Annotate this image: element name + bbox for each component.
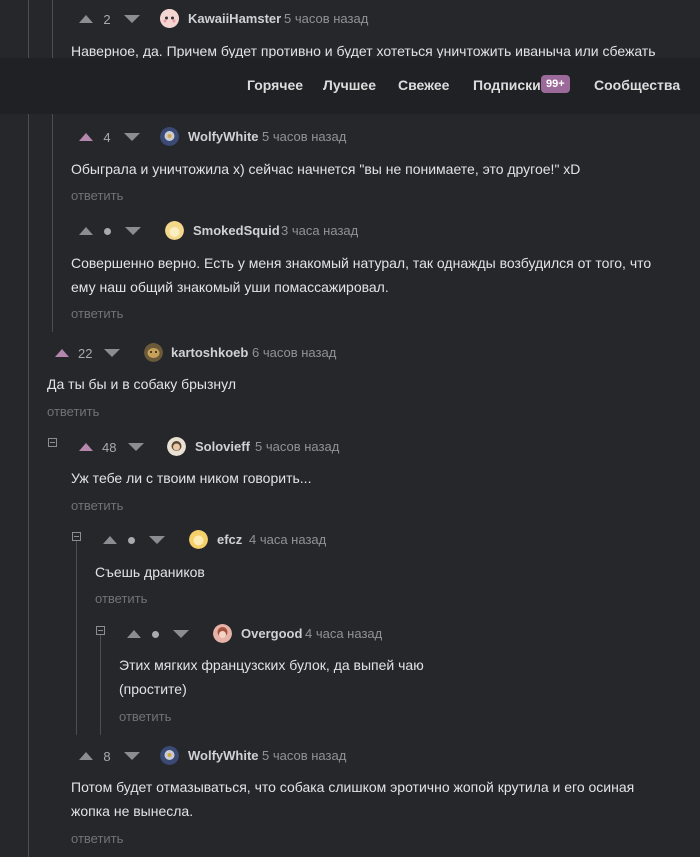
- comment-score: 8: [103, 748, 111, 764]
- nav-communities[interactable]: Сообщества: [594, 77, 680, 93]
- comment-text: Этих мягких французских булок, да выпей …: [119, 653, 424, 701]
- rating-controls: [79, 220, 141, 242]
- downvote-button[interactable]: [173, 630, 189, 638]
- comment-text-line: Обыграла и уничтожила x) сейчас начнется…: [71, 161, 581, 177]
- upvote-button[interactable]: [79, 227, 93, 235]
- reply-link[interactable]: ответить: [71, 831, 123, 846]
- downvote-button[interactable]: [124, 133, 140, 141]
- nav-fresh[interactable]: Свежее: [398, 77, 449, 93]
- reply-link[interactable]: ответить: [47, 404, 99, 419]
- reply-link[interactable]: ответить: [119, 709, 171, 724]
- score-dot: [128, 536, 135, 544]
- avatar[interactable]: [160, 746, 179, 765]
- collapse-thread-button[interactable]: [96, 626, 105, 635]
- comment-text-line: Потом будет отмазываться, что собака сли…: [71, 779, 635, 795]
- downvote-button[interactable]: [124, 15, 140, 23]
- thread-line: [76, 540, 77, 735]
- comment-time[interactable]: 4 часа назад: [305, 626, 382, 641]
- comment-time[interactable]: 3 часа назад: [281, 223, 358, 238]
- score-dot: [104, 227, 111, 235]
- comment-text: Потом будет отмазываться, что собака сли…: [71, 775, 634, 823]
- comment-author[interactable]: SmokedSquid: [193, 223, 280, 238]
- downvote-button[interactable]: [128, 443, 145, 451]
- thread-line: [52, 0, 53, 58]
- top-navigation: Горячее Лучшее Свежее Подписки 99+ Сообщ…: [0, 58, 700, 114]
- comment-text-line: Съешь драников: [95, 564, 205, 580]
- collapse-thread-button[interactable]: [48, 438, 57, 447]
- comment-time[interactable]: 5 часов назад: [262, 129, 346, 144]
- comment-time[interactable]: 6 часов назад: [252, 345, 336, 360]
- comment-score: 48: [102, 439, 117, 455]
- rating-controls: [103, 529, 165, 551]
- comment-text-line: Совершенно верно. Есть у меня знакомый н…: [71, 255, 652, 271]
- subscriptions-badge: 99+: [541, 75, 570, 93]
- comment-time[interactable]: 5 часов назад: [262, 748, 346, 763]
- comment-text-line: жопка не вынесла.: [71, 803, 194, 819]
- comment-author[interactable]: efcz: [217, 532, 242, 547]
- reply-link[interactable]: ответить: [95, 591, 147, 606]
- avatar[interactable]: [165, 221, 184, 240]
- rating-controls: 8: [79, 745, 140, 767]
- downvote-button[interactable]: [104, 349, 121, 357]
- rating-controls: 4: [79, 126, 140, 148]
- nav-best[interactable]: Лучшее: [323, 77, 376, 93]
- upvote-button[interactable]: [127, 630, 141, 638]
- comment-author[interactable]: Overgood: [241, 626, 302, 641]
- comment-author[interactable]: WolfyWhite: [188, 129, 259, 144]
- rating-controls: 22: [55, 342, 121, 364]
- comment-text: Обыграла и уничтожила x) сейчас начнется…: [71, 157, 580, 181]
- comment-author[interactable]: KawaiiHamster: [188, 11, 281, 26]
- thread-line: [100, 634, 101, 735]
- comment-score: 2: [103, 11, 111, 27]
- nav-hot[interactable]: Горячее: [247, 77, 303, 93]
- upvote-button[interactable]: [79, 752, 93, 760]
- nav-subscriptions[interactable]: Подписки: [473, 77, 541, 93]
- comment-time[interactable]: 5 часов назад: [284, 11, 368, 26]
- reply-link[interactable]: ответить: [71, 306, 123, 321]
- rating-controls: 48: [79, 436, 145, 458]
- upvote-button[interactable]: [79, 15, 93, 23]
- comment-score: 4: [103, 129, 111, 145]
- comment-text-line: (простите): [119, 681, 187, 697]
- comment-text-line: Да ты бы и в собаку брызнул: [47, 376, 237, 392]
- rating-controls: [127, 623, 189, 645]
- comment-text-line: Уж тебе ли с твоим ником говорить...: [71, 470, 312, 486]
- thread-line: [52, 114, 53, 332]
- comment-text-line: ему наш общий знакомый уши помассажирова…: [71, 279, 389, 295]
- comment-text: Съешь драников: [95, 560, 205, 584]
- downvote-button[interactable]: [149, 536, 165, 544]
- avatar[interactable]: [167, 437, 186, 456]
- avatar[interactable]: [160, 127, 179, 146]
- avatar[interactable]: [213, 624, 232, 643]
- upvote-button[interactable]: [103, 536, 117, 544]
- comment-text: Совершенно верно. Есть у меня знакомый н…: [71, 251, 651, 299]
- comment-time[interactable]: 5 часов назад: [255, 439, 339, 454]
- comment-text-line: Этих мягких французских булок, да выпей …: [119, 657, 424, 673]
- upvote-button[interactable]: [79, 133, 93, 141]
- comment-text: Да ты бы и в собаку брызнул: [47, 372, 236, 396]
- thread-line: [28, 0, 29, 857]
- rating-controls: 2: [79, 8, 140, 30]
- comment-score: 22: [78, 345, 93, 361]
- downvote-button[interactable]: [124, 752, 140, 760]
- avatar[interactable]: [160, 9, 179, 28]
- upvote-button[interactable]: [79, 443, 93, 451]
- comment-author[interactable]: kartoshkoeb: [171, 345, 248, 360]
- comment-author[interactable]: WolfyWhite: [188, 748, 259, 763]
- upvote-button[interactable]: [55, 349, 69, 357]
- comment-text: Уж тебе ли с твоим ником говорить...: [71, 466, 311, 490]
- reply-link[interactable]: ответить: [71, 498, 123, 513]
- comment-author[interactable]: Solovieff: [195, 439, 250, 454]
- reply-link[interactable]: ответить: [71, 188, 123, 203]
- downvote-button[interactable]: [125, 227, 141, 235]
- collapse-thread-button[interactable]: [72, 532, 81, 541]
- comments-page: 2 KawaiiHamster 5 часов назад Наверное, …: [0, 0, 700, 857]
- avatar[interactable]: [144, 343, 163, 362]
- score-dot: [152, 630, 159, 638]
- comment-time[interactable]: 4 часа назад: [249, 532, 326, 547]
- avatar[interactable]: [189, 530, 208, 549]
